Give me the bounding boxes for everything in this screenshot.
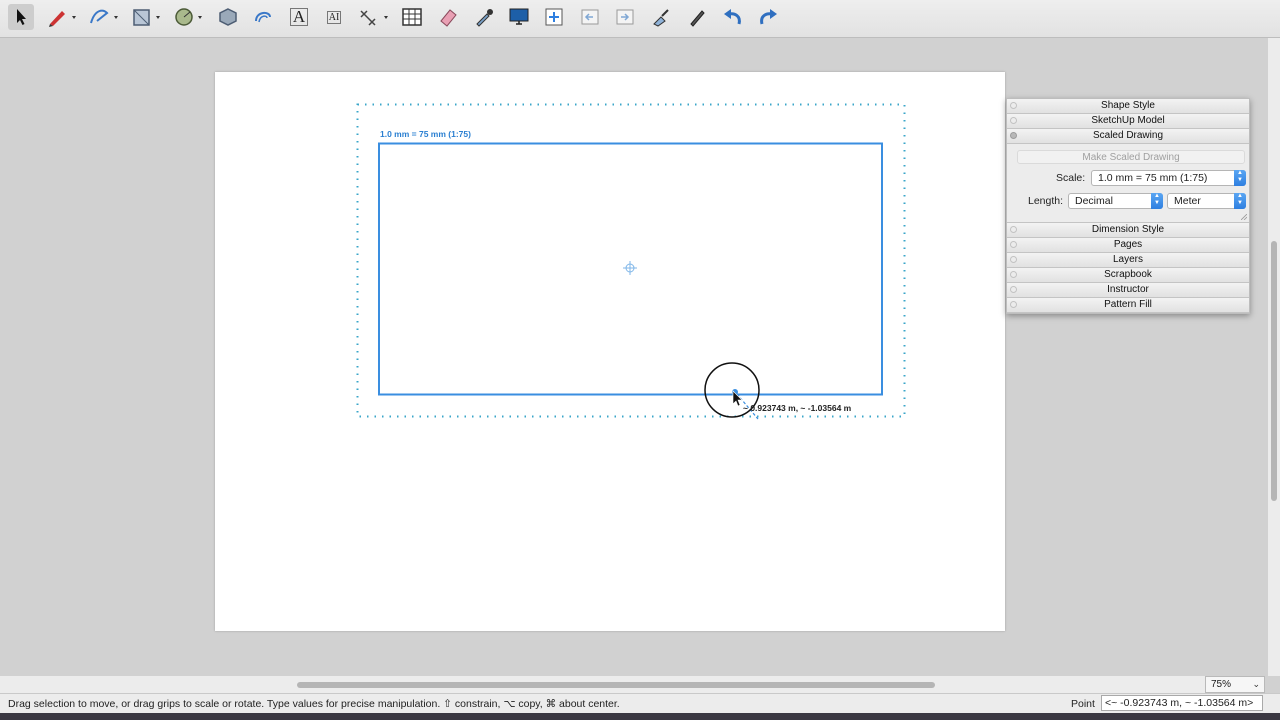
selection-bounding-box[interactable] bbox=[356, 103, 906, 418]
scaled-drawing-panel-body: Make Scaled Drawing Scale: 1.0 mm = 75 m… bbox=[1007, 144, 1249, 223]
panel-header-layers[interactable]: Layers bbox=[1007, 253, 1249, 268]
measurements-label: Point bbox=[1071, 698, 1095, 710]
length-label: Length: bbox=[1028, 195, 1064, 207]
chevron-updown-icon: ▲ ▼ bbox=[1234, 170, 1246, 186]
dock-strip bbox=[0, 713, 1280, 720]
center-crosshair-icon[interactable] bbox=[623, 261, 637, 275]
horizontal-scrollbar[interactable] bbox=[0, 676, 1205, 693]
length-format-select[interactable]: Decimal ▲ ▼ bbox=[1068, 193, 1163, 209]
chevron-updown-icon: ▲ ▼ bbox=[1234, 193, 1246, 209]
scale-annotation: 1.0 mm = 75 mm (1:75) bbox=[380, 129, 471, 139]
panel-close-dot-icon[interactable] bbox=[1010, 117, 1017, 124]
horizontal-scroll-thumb[interactable] bbox=[297, 682, 935, 688]
panel-header-pages[interactable]: Pages bbox=[1007, 238, 1249, 253]
panel-close-dot-icon[interactable] bbox=[1010, 271, 1017, 278]
panel-close-dot-icon[interactable] bbox=[1010, 286, 1017, 293]
panel-header-scrapbook[interactable]: Scrapbook bbox=[1007, 268, 1249, 283]
panel-close-dot-icon[interactable] bbox=[1010, 241, 1017, 248]
panel-close-dot-icon[interactable] bbox=[1010, 102, 1017, 109]
panel-header-instructor[interactable]: Instructor bbox=[1007, 283, 1249, 298]
inspector-panel: Shape Style SketchUp Model Scaled Drawin… bbox=[1006, 98, 1250, 314]
panel-header-sketchup-model[interactable]: SketchUp Model bbox=[1007, 114, 1249, 129]
vertical-scrollbar[interactable] bbox=[1268, 38, 1280, 676]
length-unit-select[interactable]: Meter ▲ ▼ bbox=[1167, 193, 1246, 209]
status-message: Drag selection to move, or drag grips to… bbox=[8, 698, 620, 710]
resize-grip-icon[interactable] bbox=[1241, 214, 1247, 220]
scale-select[interactable]: 1.0 mm = 75 mm (1:75) ▲ ▼ bbox=[1091, 170, 1246, 186]
measurements-input[interactable] bbox=[1101, 695, 1263, 711]
make-scaled-drawing-button[interactable]: Make Scaled Drawing bbox=[1017, 150, 1245, 164]
panel-header-scaled-drawing[interactable]: Scaled Drawing bbox=[1007, 129, 1249, 144]
panel-header-dimension-style[interactable]: Dimension Style bbox=[1007, 223, 1249, 238]
panel-close-dot-icon[interactable] bbox=[1010, 226, 1017, 233]
status-bar: Drag selection to move, or drag grips to… bbox=[0, 693, 1280, 713]
zoom-select[interactable]: 75% ⌄ bbox=[1205, 676, 1265, 693]
panel-close-dot-icon[interactable] bbox=[1010, 132, 1017, 139]
panel-header-shape-style[interactable]: Shape Style bbox=[1007, 99, 1249, 114]
chevron-down-icon: ⌄ bbox=[1252, 679, 1260, 689]
panel-close-dot-icon[interactable] bbox=[1010, 256, 1017, 263]
chevron-updown-icon: ▲ ▼ bbox=[1151, 193, 1163, 209]
panel-header-pattern-fill[interactable]: Pattern Fill bbox=[1007, 298, 1249, 313]
vertical-scroll-thumb[interactable] bbox=[1271, 241, 1277, 501]
scale-label: Scale: bbox=[1056, 172, 1086, 184]
panel-close-dot-icon[interactable] bbox=[1010, 301, 1017, 308]
coordinate-tooltip: ~ 0.923743 m, ~ -1.03564 m bbox=[743, 403, 852, 413]
